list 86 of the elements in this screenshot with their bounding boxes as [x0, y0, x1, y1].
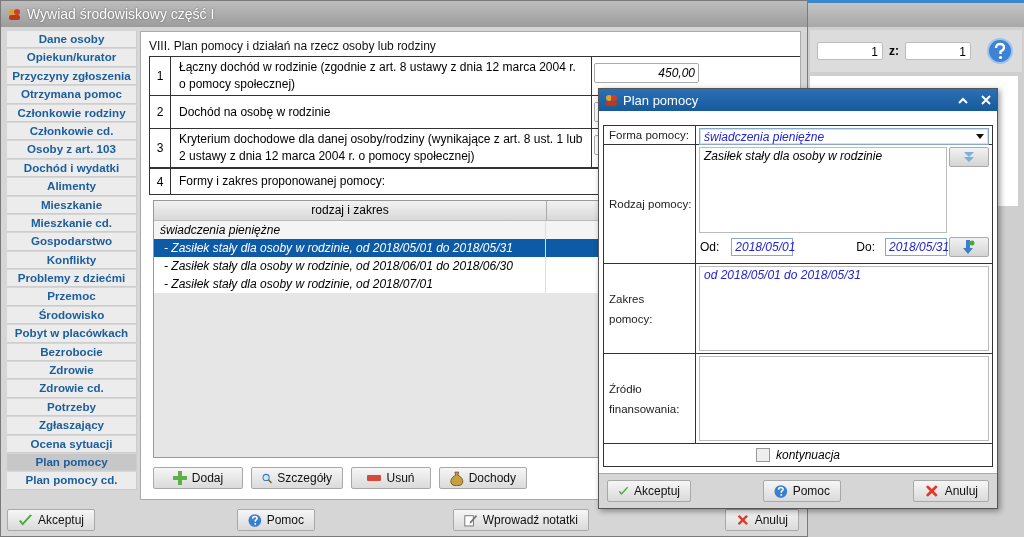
row-number: 4: [150, 169, 171, 194]
sidebar-item[interactable]: Mieszkanie: [7, 196, 137, 214]
field-label: Do:: [856, 240, 875, 254]
text-area[interactable]: Zasiłek stały dla osoby w rodzinie: [699, 147, 947, 233]
sidebar-item[interactable]: Zdrowie: [7, 362, 137, 380]
text-area[interactable]: [699, 356, 989, 441]
field-label: Od:: [700, 240, 720, 254]
row-number: 3: [150, 129, 171, 167]
caret-icon: [976, 134, 984, 139]
notes-button[interactable]: Wprowadź notatki: [453, 509, 589, 531]
collapse-icon[interactable]: [958, 96, 968, 104]
sidebar-item[interactable]: Konflikty: [7, 251, 137, 270]
details-button[interactable]: Szczegóły: [251, 467, 343, 489]
sidebar-item[interactable]: Plan pomocy: [7, 454, 137, 472]
app-icon: [605, 94, 618, 106]
income-button[interactable]: Dochody: [439, 467, 527, 489]
sidebar-item[interactable]: Przemoc: [7, 288, 137, 306]
collapse-button[interactable]: [949, 147, 989, 167]
row-number: 1: [150, 57, 171, 95]
sidebar-item[interactable]: Osoby z art. 103: [7, 141, 137, 159]
sidebar-item[interactable]: Potrzeby: [7, 398, 137, 417]
help-button[interactable]: Pomoc: [237, 509, 315, 531]
accept-button[interactable]: Akceptuj: [7, 509, 95, 531]
field-label: Forma pomocy:: [604, 126, 696, 145]
total-field[interactable]: 1: [905, 42, 971, 60]
sidebar-item[interactable]: Problemy z dziećmi: [7, 270, 137, 288]
window-title: Wywiad środowiskowy część I: [27, 6, 215, 22]
money-bag-icon: [450, 470, 464, 486]
insert-button[interactable]: [949, 237, 989, 257]
row-label: Kryterium dochodowe dla danej osoby/rodziny (wynikające z art. 8 ust. 1 lub 2 ustawy z dnia 12 marca 2004 r. o pomocy społecznej): [171, 129, 592, 167]
sidebar-item[interactable]: Alimenty: [7, 178, 137, 196]
field-label: Zakres pomocy:: [604, 264, 696, 354]
row-label: Formy i zakres proponowanej pomocy:: [178, 173, 387, 190]
sidebar-item[interactable]: Pobyt w placówkach: [7, 325, 137, 343]
sidebar-item[interactable]: Plan pomocy cd.: [7, 472, 137, 490]
field-label: Rodzaj pomocy:: [604, 145, 696, 264]
sidebar-item[interactable]: Środowisko: [7, 306, 137, 325]
app-icon: [8, 8, 21, 20]
sidebar-item[interactable]: Przyczyny zgłoszenia: [7, 67, 137, 86]
checkmark-icon: [618, 484, 629, 498]
of-label: z:: [889, 44, 899, 58]
minus-icon: [367, 475, 382, 481]
row-label: Łączny dochód w rodzinie (zgodnie z art. 8 ustawy z dnia 12 marca 2004 r. o pomocy społecznej): [171, 57, 592, 95]
sidebar-item[interactable]: Członkowie cd.: [7, 122, 137, 141]
sidebar-item[interactable]: Gospodarstwo: [7, 233, 137, 251]
remove-button[interactable]: Usuń: [351, 467, 431, 489]
text-area[interactable]: od 2018/05/01 do 2018/05/31: [699, 266, 989, 351]
arrow-icon: [963, 240, 975, 254]
sidebar-item[interactable]: Członkowie rodziny: [7, 104, 137, 122]
sidebar-item[interactable]: Opiekun/kurator: [7, 49, 137, 67]
notepad-pencil-icon: [464, 512, 478, 528]
amount-field[interactable]: 450,00: [594, 63, 699, 83]
sidebar-item[interactable]: Zdrowie cd.: [7, 380, 137, 398]
date-field[interactable]: 2018/05/01: [731, 238, 794, 256]
cancel-button[interactable]: Anuluj: [913, 480, 989, 502]
field-label: Źródło finansowania:: [604, 354, 696, 444]
close-icon[interactable]: [981, 95, 991, 105]
sidebar-item[interactable]: Dochód i wydatki: [7, 159, 137, 178]
sidebar-item[interactable]: Bezrobocie: [7, 343, 137, 362]
date-field[interactable]: 2018/05/31: [885, 238, 947, 256]
row-number: 2: [150, 96, 171, 128]
section-title: VIII. Plan pomocy i działań na rzecz osoby lub rodziny: [149, 38, 437, 55]
help-button[interactable]: Pomoc: [763, 480, 841, 502]
help-icon: [248, 512, 262, 528]
sidebar-item[interactable]: Ocena sytuacji: [7, 435, 137, 453]
accept-button[interactable]: Akceptuj: [607, 480, 691, 502]
cross-icon: [736, 512, 750, 528]
sidebar-item[interactable]: Mieszkanie cd.: [7, 214, 137, 233]
sidebar-item[interactable]: Otrzymana pomoc: [7, 86, 137, 104]
sidebar-item[interactable]: Dane osoby: [7, 31, 137, 49]
checkbox[interactable]: [755, 448, 770, 462]
form-dropdown[interactable]: świadczenia pieniężne: [699, 128, 989, 145]
row-label: Dochód na osobę w rodzinie: [171, 96, 592, 128]
checkbox-label: kontynuacja: [775, 448, 840, 462]
chevrons-icon: [963, 151, 975, 163]
help-icon: [774, 483, 788, 499]
sidebar-item[interactable]: Zgłaszający: [7, 417, 137, 435]
help-icon[interactable]: [987, 38, 1013, 64]
page-field[interactable]: 1: [817, 42, 883, 60]
cancel-button[interactable]: Anuluj: [725, 509, 799, 531]
dialog-title: Plan pomocy: [623, 92, 700, 108]
checkmark-icon: [18, 513, 33, 527]
column-header[interactable]: rodzaj i zakres: [154, 201, 547, 220]
add-button[interactable]: Dodaj: [153, 467, 243, 489]
plus-icon: [172, 471, 187, 485]
cross-icon: [924, 483, 940, 499]
